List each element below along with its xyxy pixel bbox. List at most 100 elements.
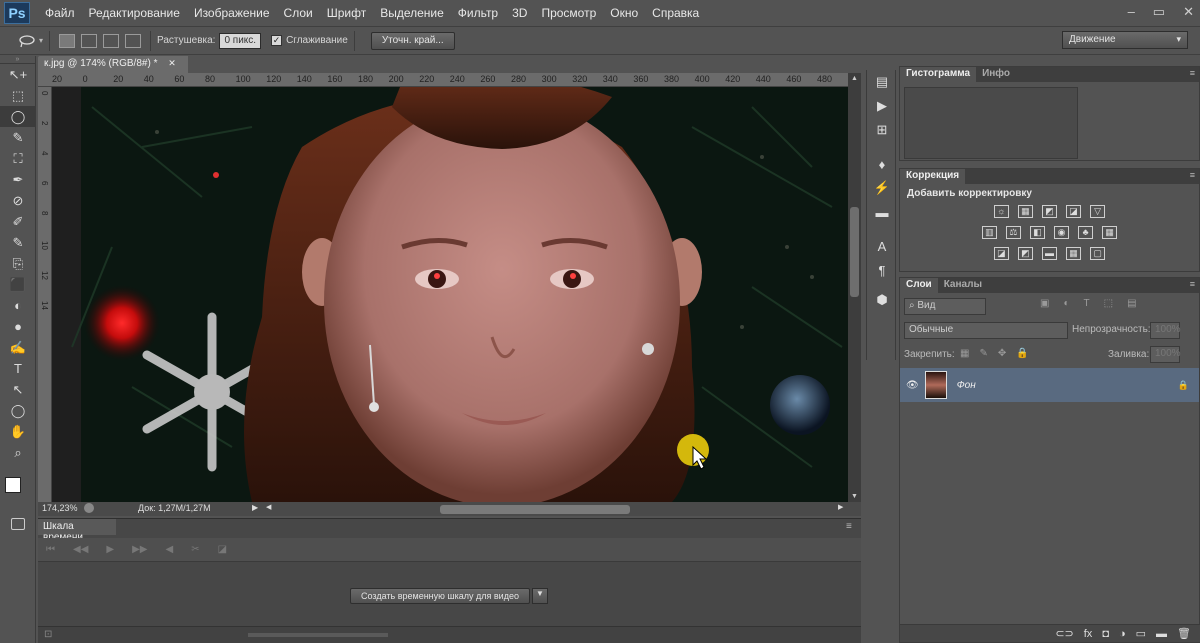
image-canvas[interactable]: [52, 87, 848, 502]
panel-menu-icon[interactable]: ≡: [1190, 279, 1195, 289]
link-layers-icon[interactable]: ⊂⊃: [1055, 627, 1073, 640]
workspace-select[interactable]: Движение ▾: [1062, 31, 1188, 49]
lock-position-icon[interactable]: ✥: [998, 348, 1006, 359]
scroll-left-icon[interactable]: ◀: [266, 503, 271, 511]
marquee-tool-icon[interactable]: ⬚: [0, 85, 36, 106]
history-brush-tool-icon[interactable]: ⎘: [0, 253, 36, 274]
zoom-tool-icon[interactable]: ⌕: [0, 442, 36, 463]
layer-row[interactable]: 👁 Фон 🔒: [900, 368, 1199, 402]
close-icon[interactable]: ✕: [168, 58, 176, 68]
lock-transparency-icon[interactable]: ▦: [960, 348, 969, 359]
lasso-icon[interactable]: [18, 34, 36, 48]
selective-color-icon[interactable]: ▦: [1066, 247, 1082, 260]
tool-preset-arrow-icon[interactable]: ▾: [39, 36, 43, 45]
tab-layers[interactable]: Слои: [900, 278, 938, 293]
levels-icon[interactable]: ▦: [1017, 205, 1033, 218]
tab-info[interactable]: Инфо: [976, 67, 1016, 82]
menu-type[interactable]: Шрифт: [320, 6, 373, 20]
close-button[interactable]: ✕: [1183, 4, 1194, 20]
play-icon[interactable]: ▶: [106, 544, 114, 555]
menu-help[interactable]: Справка: [645, 6, 706, 20]
paragraph-panel-icon[interactable]: ¶: [867, 258, 897, 282]
clone-stamp-tool-icon[interactable]: ✎: [0, 232, 36, 253]
new-group-icon[interactable]: ▭: [1136, 627, 1146, 640]
eyedropper-tool-icon[interactable]: ✒: [0, 169, 36, 190]
shape-tool-icon[interactable]: ◯: [0, 400, 36, 421]
subtract-selection-icon[interactable]: [103, 33, 120, 48]
prev-frame-icon[interactable]: ◀◀: [73, 544, 88, 555]
status-icon[interactable]: [84, 503, 94, 513]
minimize-button[interactable]: –: [1128, 4, 1135, 20]
timeline-tab[interactable]: Шкала времени: [38, 519, 116, 543]
timeline-menu-icon[interactable]: ≡: [846, 521, 852, 532]
horizontal-scroll-thumb[interactable]: [440, 505, 630, 514]
hand-tool-icon[interactable]: ✋: [0, 421, 36, 442]
new-selection-icon[interactable]: [59, 33, 76, 48]
scroll-right-icon[interactable]: ▶: [838, 503, 843, 511]
menu-file[interactable]: Файл: [38, 6, 82, 20]
menu-window[interactable]: Окно: [603, 6, 645, 20]
fill-input[interactable]: 100%: [1150, 346, 1181, 363]
lock-pixels-icon[interactable]: ✎: [979, 348, 987, 359]
antialias-checkbox[interactable]: ✓: [271, 35, 283, 46]
filter-shape-icon[interactable]: ⬚: [1104, 298, 1113, 309]
lock-all-icon[interactable]: 🔒: [1016, 348, 1028, 359]
menu-select[interactable]: Выделение: [373, 6, 451, 20]
blend-mode-select[interactable]: Обычные: [904, 322, 1068, 339]
menu-filter[interactable]: Фильтр: [451, 6, 505, 20]
crop-tool-icon[interactable]: ⛶: [0, 148, 36, 169]
status-menu-arrow-icon[interactable]: ▶: [252, 503, 258, 512]
render-icon[interactable]: ⊡: [44, 629, 52, 640]
3d-mesh-icon[interactable]: ⬢: [867, 288, 897, 312]
hue-saturation-icon[interactable]: ▥: [981, 226, 997, 239]
filter-pixel-icon[interactable]: ▣: [1040, 298, 1049, 309]
first-frame-icon[interactable]: ⏮: [46, 544, 55, 555]
brush-tool-icon[interactable]: ✐: [0, 211, 36, 232]
path-select-tool-icon[interactable]: ↖: [0, 379, 36, 400]
history-panel-icon[interactable]: ▤: [867, 70, 897, 94]
exposure-icon[interactable]: ◪: [1066, 205, 1082, 218]
type-tool-icon[interactable]: T: [0, 358, 36, 379]
tab-histogram[interactable]: Гистограмма: [900, 67, 977, 82]
brush-presets-icon[interactable]: ⚡: [867, 176, 897, 200]
color-lookup-icon[interactable]: ▦: [1102, 226, 1118, 239]
pen-tool-icon[interactable]: ✍: [0, 337, 36, 358]
curves-icon[interactable]: ◩: [1042, 205, 1057, 218]
split-icon[interactable]: ✂: [191, 544, 199, 555]
eraser-tool-icon[interactable]: ⬛: [0, 274, 36, 295]
black-white-icon[interactable]: ◧: [1029, 226, 1045, 239]
tab-adjustments[interactable]: Коррекция: [900, 169, 966, 184]
menu-edit[interactable]: Редактирование: [82, 6, 187, 20]
refine-edge-button[interactable]: Уточн. край...: [370, 31, 455, 50]
restore-button[interactable]: ▭: [1153, 4, 1165, 20]
scroll-down-icon[interactable]: ▼: [848, 493, 861, 500]
layer-filter-select[interactable]: ⌕ Вид: [904, 298, 986, 315]
adjustment-layer-icon[interactable]: ◑: [1119, 628, 1126, 640]
visibility-eye-icon[interactable]: 👁: [906, 380, 919, 391]
opacity-input[interactable]: 100%: [1150, 322, 1181, 339]
posterize-icon[interactable]: ◩: [1017, 247, 1033, 260]
next-frame-icon[interactable]: ▶▶: [132, 544, 147, 555]
character-panel-icon[interactable]: A: [867, 234, 897, 258]
panel-menu-icon[interactable]: ≡: [1190, 68, 1195, 78]
layer-style-icon[interactable]: fx: [1084, 628, 1093, 640]
create-video-timeline-button[interactable]: Создать временную шкалу для видео: [350, 588, 530, 604]
delete-layer-icon[interactable]: 🗑: [1177, 627, 1191, 640]
tab-channels[interactable]: Каналы: [938, 278, 988, 293]
brightness-icon[interactable]: ☼: [993, 205, 1009, 218]
color-swatches[interactable]: [0, 469, 35, 509]
invert-icon[interactable]: ◪: [993, 247, 1009, 260]
layer-mask-icon[interactable]: ◘: [1102, 628, 1109, 640]
menu-3d[interactable]: 3D: [505, 6, 534, 20]
actions-panel-icon[interactable]: ▶: [867, 94, 897, 118]
gradient-map-icon[interactable]: ▢: [1090, 247, 1106, 260]
vibrance-icon[interactable]: ▽: [1090, 205, 1106, 218]
filter-smart-icon[interactable]: ▤: [1127, 298, 1136, 309]
lasso-tool-icon[interactable]: ◯: [0, 106, 36, 127]
zoom-slider[interactable]: [248, 633, 388, 637]
scroll-up-icon[interactable]: ▲: [848, 75, 861, 82]
filter-adjust-icon[interactable]: ◐: [1063, 298, 1069, 309]
transition-icon[interactable]: ◪: [218, 544, 227, 555]
tool-presets-icon[interactable]: ♦: [867, 152, 897, 176]
menu-image[interactable]: Изображение: [187, 6, 277, 20]
